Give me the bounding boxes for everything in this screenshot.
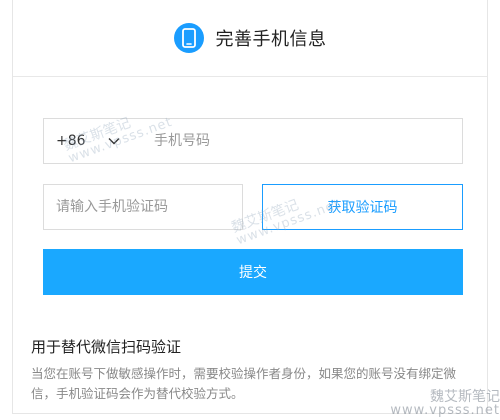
phone-info-panel: 完善手机信息 +86 获取验证码 提交 用于替代微信扫码验证 当您在账号下做敏感… xyxy=(12,0,488,414)
country-code-select[interactable]: +86 xyxy=(44,119,148,163)
verification-code-field xyxy=(43,184,243,230)
submit-button[interactable]: 提交 xyxy=(43,249,463,295)
header-content: 完善手机信息 xyxy=(173,23,327,53)
phone-icon xyxy=(173,23,204,53)
phone-number-row: +86 xyxy=(43,118,463,164)
phone-number-input[interactable] xyxy=(148,119,462,163)
country-code-value: +86 xyxy=(56,133,86,149)
note-title: 用于替代微信扫码验证 xyxy=(31,338,182,356)
get-code-button[interactable]: 获取验证码 xyxy=(262,184,463,230)
chevron-down-icon xyxy=(108,137,120,145)
page-title: 完善手机信息 xyxy=(215,29,327,50)
panel-header: 完善手机信息 xyxy=(13,0,487,77)
verification-code-input[interactable] xyxy=(44,185,242,229)
note-text: 当您在账号下做敏感操作时，需要校验操作者身份，如果您的账号没有绑定微信，手机验证… xyxy=(31,366,457,401)
